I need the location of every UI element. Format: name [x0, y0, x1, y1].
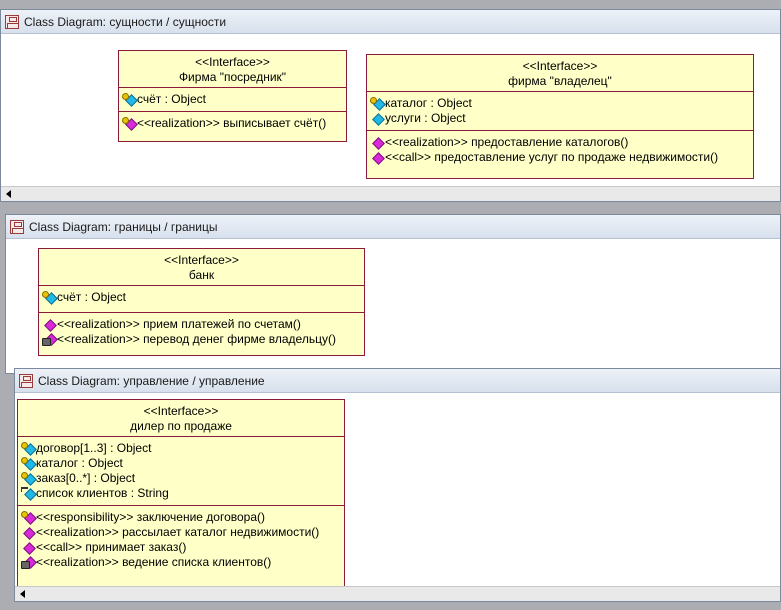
class-name: дилер по продаже — [130, 419, 232, 433]
class-header: <<Interface>> банк — [39, 249, 364, 286]
diagram-window-control[interactable]: Class Diagram: управление / управление <… — [14, 368, 781, 602]
attribute-row[interactable]: услуги : Object — [370, 111, 751, 126]
class-box-vladelec[interactable]: <<Interface>> фирма "владелец" каталог :… — [366, 54, 754, 179]
diagram-canvas[interactable]: <<Interface>> банк счёт : Object <<reali… — [6, 239, 780, 373]
operation-key-icon — [122, 117, 136, 130]
operation-icon — [21, 541, 35, 554]
operation-row[interactable]: <<realization>> рассылает каталог недвиж… — [21, 525, 342, 540]
class-diagram-icon — [19, 373, 33, 388]
operation-row[interactable]: <<call>> принимает заказ() — [21, 540, 342, 555]
operations-section: <<realization>> выписывает счёт() — [119, 111, 346, 135]
window-titlebar[interactable]: Class Diagram: управление / управление — [15, 369, 780, 393]
operation-icon — [21, 526, 35, 539]
operation-row[interactable]: <<realization>> предоставление каталогов… — [370, 135, 751, 150]
operation-row[interactable]: <<realization>> прием платежей по счетам… — [42, 317, 362, 332]
diagram-window-entities[interactable]: Class Diagram: сущности / сущности <<Int… — [0, 9, 781, 202]
class-name: фирма "владелец" — [508, 74, 612, 88]
window-titlebar[interactable]: Class Diagram: границы / границы — [6, 215, 780, 239]
attributes-section: договор[1..3] : Object каталог : Object … — [18, 437, 344, 505]
operation-key-icon — [21, 511, 35, 524]
attribute-key-icon — [21, 472, 35, 485]
class-header: <<Interface>> дилер по продаже — [18, 400, 344, 437]
attribute-row[interactable]: счёт : Object — [122, 92, 344, 107]
attribute-icon — [370, 112, 384, 125]
attributes-section: счёт : Object — [39, 286, 364, 312]
operation-row[interactable]: <<responsibility>> заключение договора() — [21, 510, 342, 525]
class-stereotype: <<Interface>> — [195, 55, 270, 69]
operations-section: <<realization>> предоставление каталогов… — [367, 130, 753, 169]
window-title: Class Diagram: сущности / сущности — [24, 14, 227, 29]
class-header: <<Interface>> Фирма "посредник" — [119, 51, 346, 88]
operation-icon — [42, 318, 56, 331]
class-stereotype: <<Interface>> — [143, 404, 219, 418]
operations-section: <<realization>> прием платежей по счетам… — [39, 312, 364, 351]
window-titlebar[interactable]: Class Diagram: сущности / сущности — [1, 10, 780, 34]
class-box-diler[interactable]: <<Interface>> дилер по продаже договор[1… — [17, 399, 345, 587]
class-box-bank[interactable]: <<Interface>> банк счёт : Object <<reali… — [38, 248, 365, 356]
operations-section: <<responsibility>> заключение договора()… — [18, 505, 344, 574]
class-box-posrednik[interactable]: <<Interface>> Фирма "посредник" счёт : O… — [118, 50, 347, 142]
horizontal-scrollbar[interactable] — [1, 186, 780, 201]
attribute-key-icon — [21, 442, 35, 455]
scroll-left-arrow-icon[interactable] — [15, 587, 30, 601]
operation-lock-icon — [42, 333, 56, 346]
window-title: Class Diagram: управление / управление — [38, 373, 265, 388]
attribute-key-icon — [42, 291, 56, 304]
operation-row[interactable]: <<call>> предоставление услуг по продаже… — [370, 150, 751, 165]
attribute-row[interactable]: заказ[0..*] : Object — [21, 471, 342, 486]
operation-icon — [370, 151, 384, 164]
attribute-key-icon — [21, 457, 35, 470]
horizontal-scrollbar[interactable] — [15, 586, 780, 601]
scroll-left-arrow-icon[interactable] — [1, 187, 16, 201]
operation-row[interactable]: <<realization>> перевод денег фирме влад… — [42, 332, 362, 347]
attribute-key-icon — [370, 97, 384, 110]
attribute-row[interactable]: каталог : Object — [370, 96, 751, 111]
attributes-section: счёт : Object — [119, 88, 346, 111]
class-stereotype: <<Interface>> — [522, 59, 598, 73]
attribute-row[interactable]: договор[1..3] : Object — [21, 441, 342, 456]
class-diagram-icon — [10, 219, 24, 234]
class-stereotype: <<Interface>> — [164, 253, 239, 267]
diagram-canvas[interactable]: <<Interface>> дилер по продаже договор[1… — [15, 393, 780, 587]
operation-icon — [370, 136, 384, 149]
attributes-section: каталог : Object услуги : Object — [367, 92, 753, 130]
class-name: Фирма "посредник" — [178, 70, 287, 84]
operation-row[interactable]: <<realization>> выписывает счёт() — [122, 116, 344, 131]
operation-row[interactable]: <<realization>> ведение списка клиентов(… — [21, 555, 342, 570]
class-header: <<Interface>> фирма "владелец" — [367, 55, 753, 92]
class-name: банк — [188, 268, 215, 282]
class-diagram-icon — [5, 14, 19, 29]
operation-lock-icon — [21, 556, 35, 569]
window-title: Class Diagram: границы / границы — [29, 219, 218, 234]
attribute-row[interactable]: каталог : Object — [21, 456, 342, 471]
attribute-row[interactable]: список клиентов : String — [21, 486, 342, 501]
attribute-row[interactable]: счёт : Object — [42, 290, 362, 305]
attribute-implementation-icon — [21, 487, 35, 500]
diagram-window-boundaries[interactable]: Class Diagram: границы / границы <<Inter… — [5, 214, 781, 374]
diagram-canvas[interactable]: <<Interface>> Фирма "посредник" счёт : O… — [1, 34, 780, 186]
attribute-key-icon — [122, 93, 136, 106]
